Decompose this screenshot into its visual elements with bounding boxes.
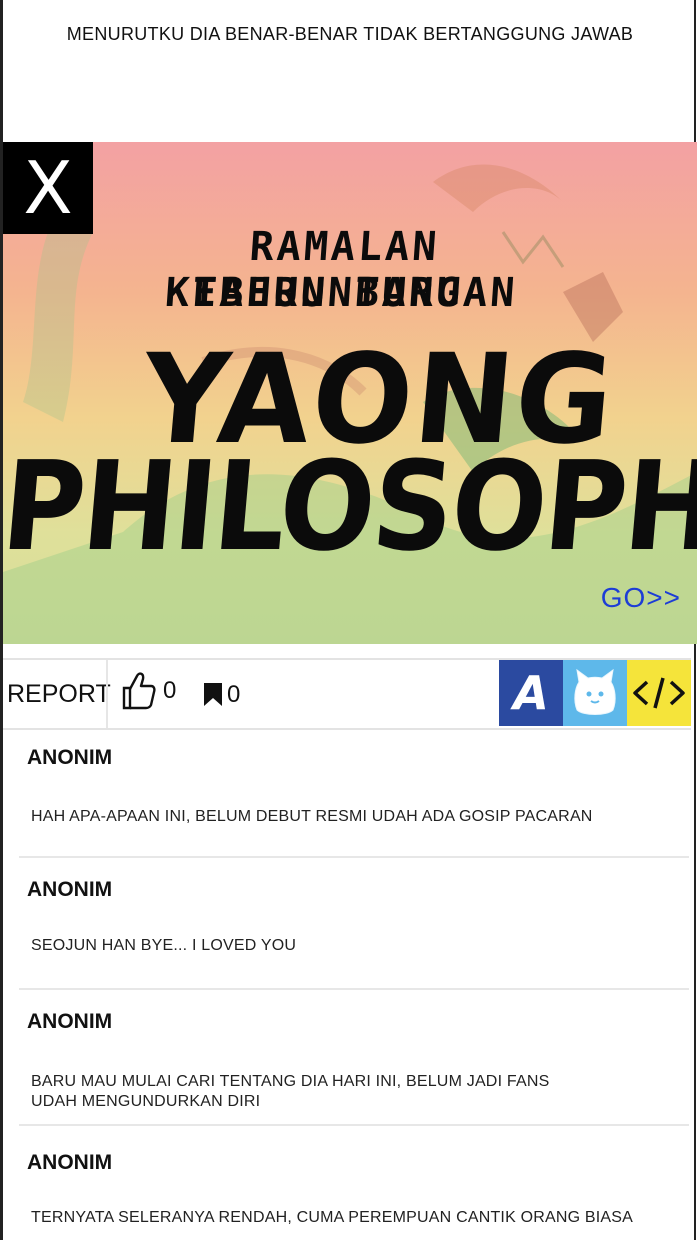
like-count: 0 bbox=[163, 677, 177, 704]
comment-item: ANONIM SEOJUN HAN BYE... I LOVED YOU bbox=[19, 858, 689, 990]
cat-icon bbox=[574, 668, 616, 715]
comment-author: ANONIM bbox=[27, 1010, 113, 1033]
comment-toolbar: REPORT 0 0 A bbox=[3, 658, 691, 730]
comment-item: ANONIM BARU MAU MULAI CARI TENTANG DIA H… bbox=[19, 990, 689, 1126]
comment-author: ANONIM bbox=[27, 1151, 113, 1174]
comment-text: SEOJUN HAN BYE... I LOVED YOU bbox=[31, 937, 297, 954]
ad-banner[interactable]: X RAMALAN KEBERUNTUNGAN TAHUN BARU YAONG… bbox=[3, 142, 697, 644]
comment-item: ANONIM TERNYATA SELERANYA RENDAH, CUMA P… bbox=[19, 1126, 689, 1246]
previous-comment-text: MENURUTKU DIA BENAR-BENAR TIDAK BERTANGG… bbox=[66, 24, 634, 44]
code-icon bbox=[633, 677, 685, 709]
close-ad-button[interactable]: X bbox=[3, 142, 93, 234]
previous-comment: MENURUTKU DIA BENAR-BENAR TIDAK BERTANGG… bbox=[0, 0, 700, 142]
go-link[interactable]: GO>> bbox=[601, 582, 681, 614]
banner-title-line2: PHILOSOPHY bbox=[3, 435, 697, 579]
cat-button[interactable] bbox=[563, 660, 627, 726]
letter-a-button[interactable]: A bbox=[499, 660, 563, 726]
comment-text: HAH APA-APAAN INI, BELUM DEBUT RESMI UDA… bbox=[31, 808, 593, 825]
comment-author: ANONIM bbox=[27, 746, 113, 769]
comment-text: BARU MAU MULAI CARI TENTANG DIA HARI INI… bbox=[31, 1073, 550, 1110]
report-button[interactable]: REPORT bbox=[7, 660, 111, 728]
bookmark-count: 0 bbox=[227, 681, 241, 708]
comment-author: ANONIM bbox=[27, 878, 113, 901]
comment-item: ANONIM HAH APA-APAAN INI, BELUM DEBUT RE… bbox=[19, 730, 689, 858]
code-button[interactable] bbox=[627, 660, 691, 726]
banner-subtitle-line2: TAHUN BARU bbox=[190, 270, 466, 316]
bookmark-icon[interactable] bbox=[203, 682, 223, 707]
thumbs-up-icon[interactable] bbox=[120, 670, 156, 712]
toolbar-divider bbox=[106, 660, 108, 728]
comment-text: TERNYATA SELERANYA RENDAH, CUMA PEREMPUA… bbox=[31, 1209, 634, 1226]
letter-a-icon: A bbox=[513, 666, 549, 720]
